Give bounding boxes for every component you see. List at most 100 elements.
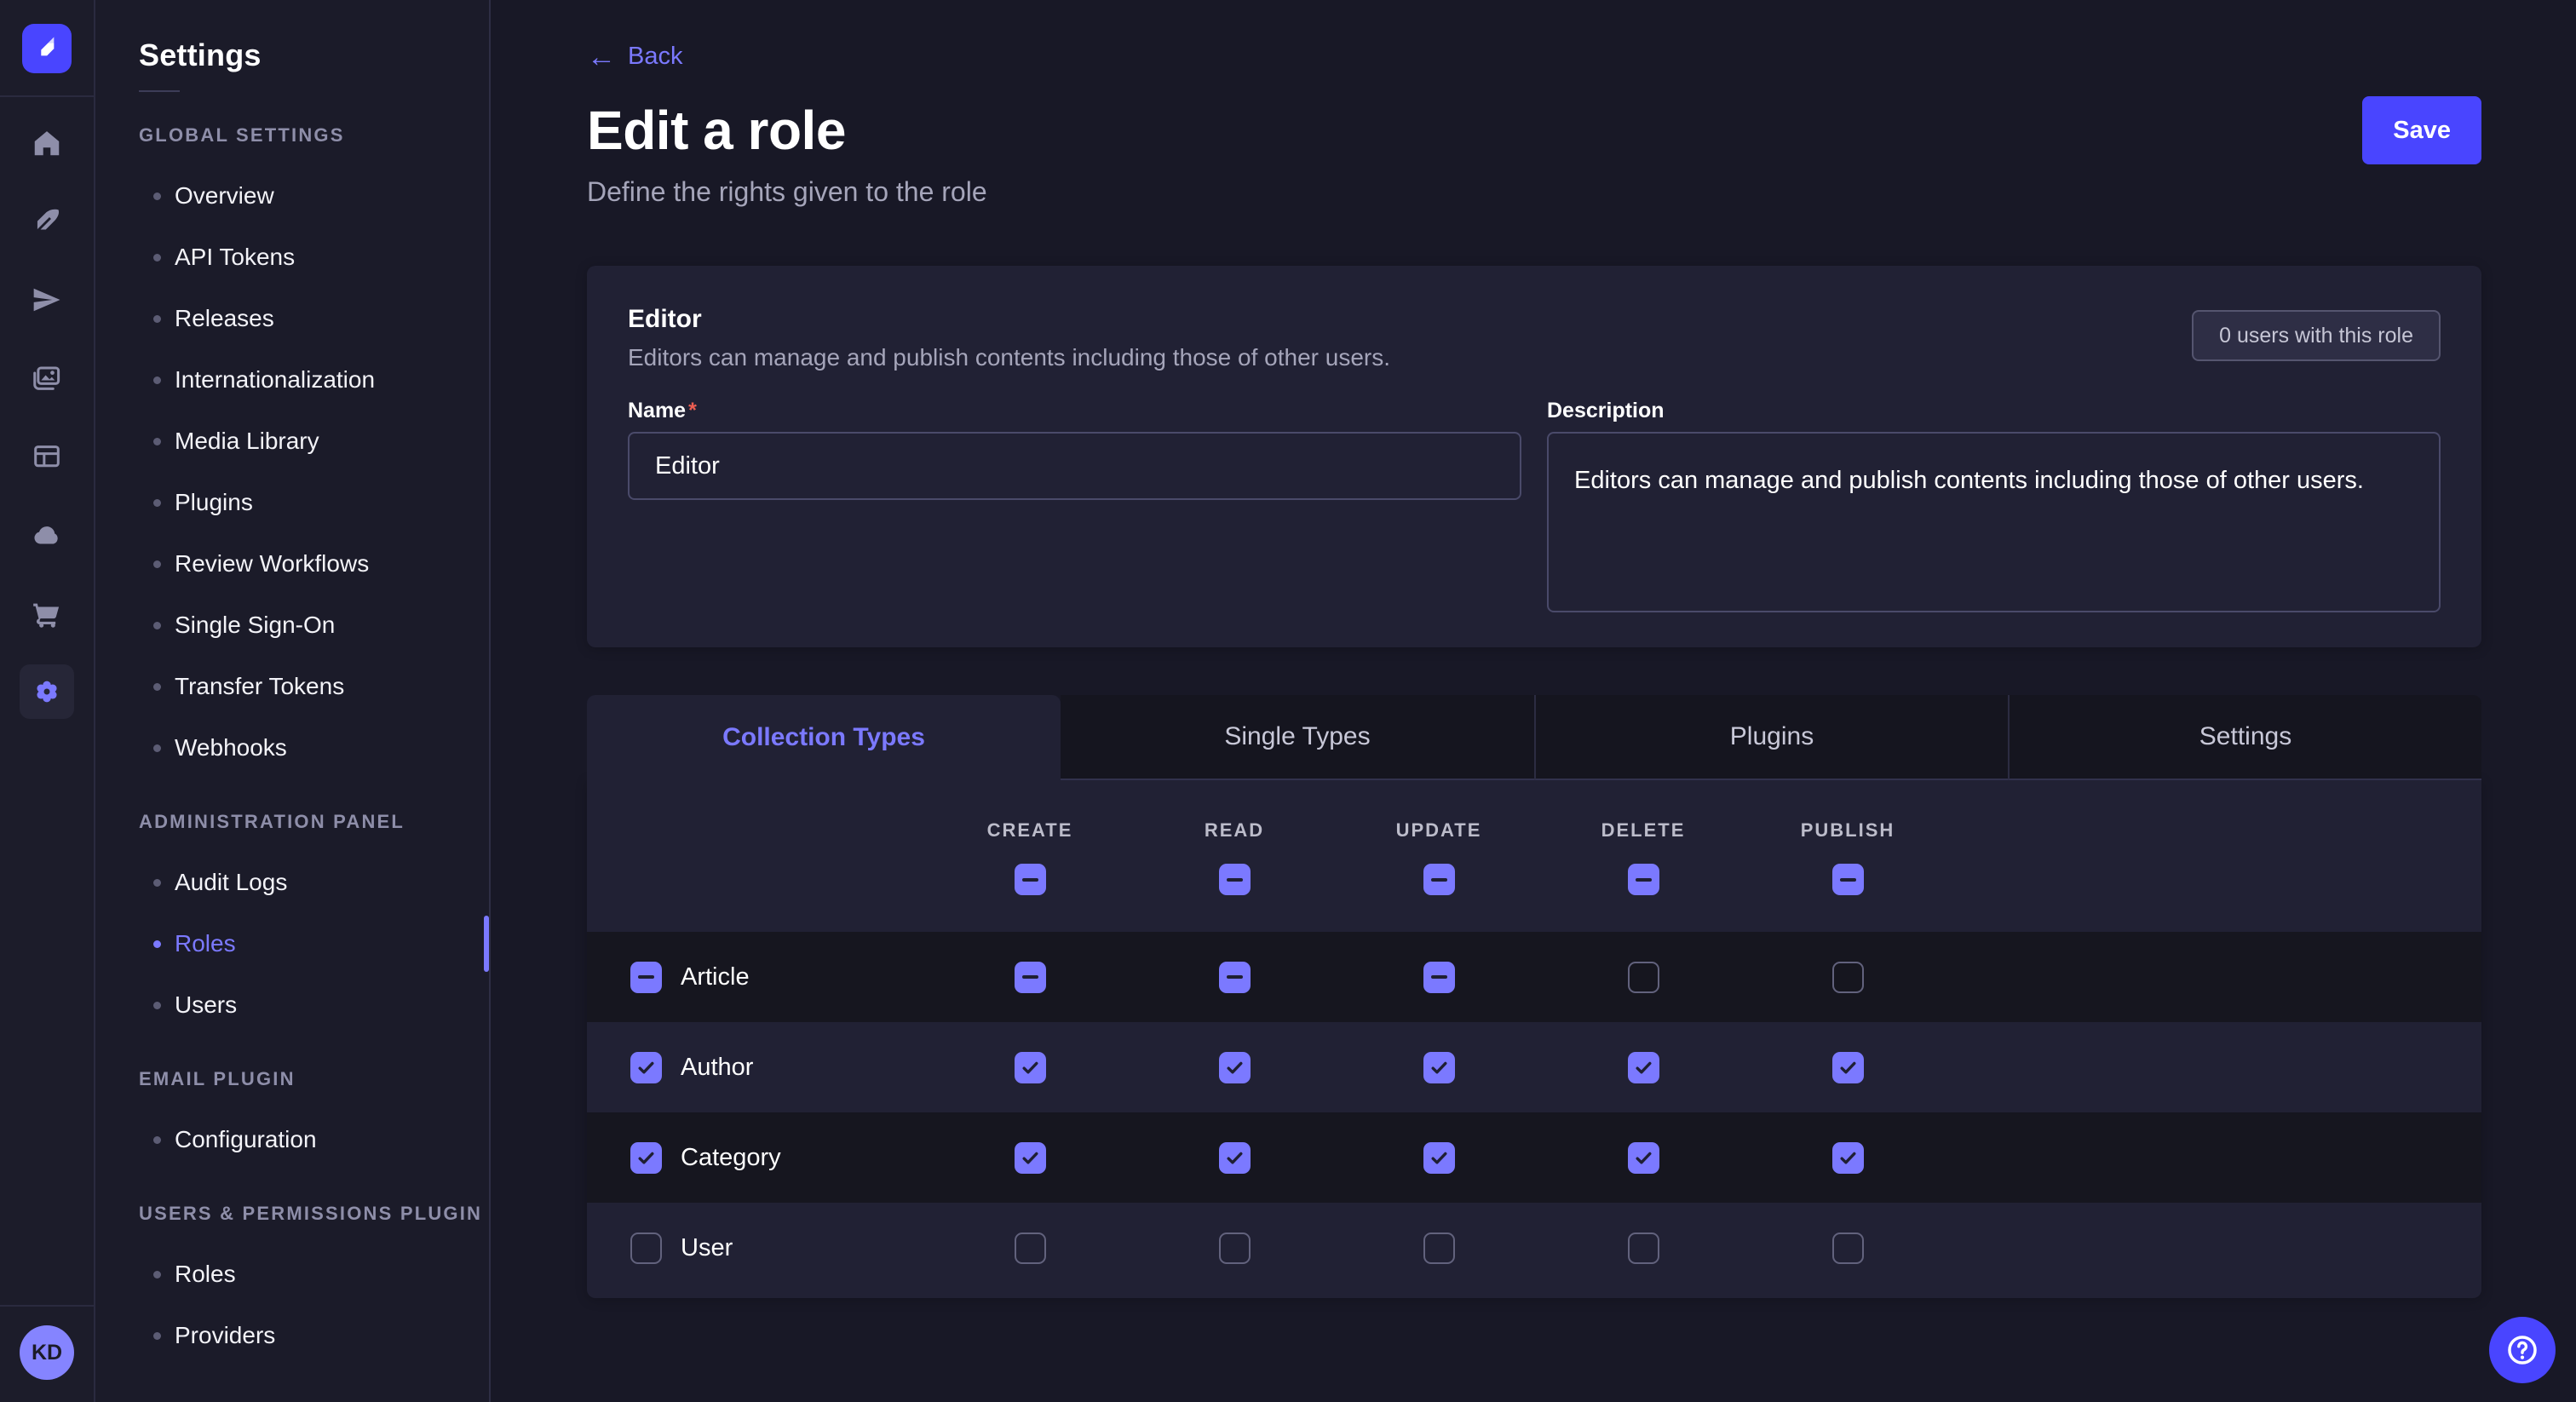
sidebar-item-label: Configuration (175, 1126, 317, 1153)
permissions-table: CREATEREADUPDATEDELETEPUBLISH ArticleAut… (587, 780, 2481, 1298)
select-all-read-checkbox[interactable] (1219, 864, 1251, 895)
layout-icon (20, 429, 74, 484)
rail-item-media-library[interactable] (0, 339, 94, 417)
sidebar-item-label: Overview (175, 182, 274, 210)
indeterminate-dash-icon (638, 975, 654, 979)
row-label: User (681, 1234, 733, 1262)
rail-item-feather[interactable] (0, 182, 94, 261)
sidebar-item-roles[interactable]: Roles (95, 913, 489, 974)
user-publish-checkbox[interactable] (1832, 1232, 1864, 1264)
author-delete-checkbox[interactable] (1628, 1052, 1659, 1083)
sidebar-item-releases[interactable]: Releases (95, 288, 489, 349)
article-update-checkbox[interactable] (1423, 962, 1455, 993)
author-create-checkbox[interactable] (1015, 1052, 1046, 1083)
help-button[interactable] (2489, 1317, 2556, 1383)
back-link[interactable]: ← Back (587, 43, 682, 71)
user-delete-checkbox[interactable] (1628, 1232, 1659, 1264)
category-read-checkbox[interactable] (1219, 1142, 1251, 1174)
divider (139, 90, 180, 92)
bullet-icon (153, 1002, 161, 1009)
strapi-logo-icon (30, 32, 64, 66)
sidebar-section-administration-panel: ADMINISTRATION PANEL (95, 811, 489, 833)
back-label: Back (628, 43, 682, 71)
sidebar-item-label: Users (175, 991, 237, 1019)
rail-footer: KD (0, 1305, 94, 1402)
required-asterisk: * (688, 399, 697, 422)
sidebar-item-plugins[interactable]: Plugins (95, 472, 489, 533)
settings-sidebar: Settings GLOBAL SETTINGSOverviewAPI Toke… (95, 0, 491, 1402)
users-with-role-button[interactable]: 0 users with this role (2192, 310, 2441, 361)
sidebar-item-api-tokens[interactable]: API Tokens (95, 227, 489, 288)
sidebar-item-label: Releases (175, 305, 274, 332)
sidebar-item-configuration[interactable]: Configuration (95, 1109, 489, 1170)
column-header-read: READ (1205, 819, 1264, 842)
row-select-author-checkbox[interactable] (630, 1052, 662, 1083)
category-delete-checkbox[interactable] (1628, 1142, 1659, 1174)
name-input[interactable] (628, 432, 1521, 500)
rail-item-settings-gear[interactable] (0, 652, 94, 731)
bullet-icon (153, 744, 161, 752)
rail-item-paper-plane[interactable] (0, 261, 94, 339)
indeterminate-dash-icon (1227, 878, 1243, 882)
name-label: Name* (628, 399, 1521, 423)
sidebar-item-internationalization[interactable]: Internationalization (95, 349, 489, 411)
tab-plugins[interactable]: Plugins (1534, 695, 2008, 780)
select-all-create-checkbox[interactable] (1015, 864, 1046, 895)
category-update-checkbox[interactable] (1423, 1142, 1455, 1174)
select-all-delete-checkbox[interactable] (1628, 864, 1659, 895)
sidebar-item-roles[interactable]: Roles (95, 1244, 489, 1305)
sidebar-item-single-sign-on[interactable]: Single Sign-On (95, 595, 489, 656)
row-label: Author (681, 1054, 753, 1082)
bullet-icon (153, 192, 161, 200)
indeterminate-dash-icon (1022, 975, 1038, 979)
author-update-checkbox[interactable] (1423, 1052, 1455, 1083)
category-publish-checkbox[interactable] (1832, 1142, 1864, 1174)
user-update-checkbox[interactable] (1423, 1232, 1455, 1264)
article-publish-checkbox[interactable] (1832, 962, 1864, 993)
indeterminate-dash-icon (1431, 975, 1447, 979)
sidebar-item-label: Webhooks (175, 734, 287, 761)
rail-item-marketplace-cart[interactable] (0, 574, 94, 652)
sidebar-item-users[interactable]: Users (95, 974, 489, 1036)
permission-row-category: Category (587, 1112, 2481, 1203)
article-delete-checkbox[interactable] (1628, 962, 1659, 993)
bullet-icon (153, 622, 161, 629)
row-label: Category (681, 1144, 781, 1172)
user-create-checkbox[interactable] (1015, 1232, 1046, 1264)
sidebar-item-overview[interactable]: Overview (95, 165, 489, 227)
avatar[interactable]: KD (20, 1325, 74, 1380)
save-button[interactable]: Save (2362, 96, 2481, 164)
rail-item-layout[interactable] (0, 417, 94, 496)
bullet-icon (153, 438, 161, 445)
user-read-checkbox[interactable] (1219, 1232, 1251, 1264)
sidebar-item-media-library[interactable]: Media Library (95, 411, 489, 472)
row-select-user-checkbox[interactable] (630, 1232, 662, 1264)
sidebar-item-label: Review Workflows (175, 550, 369, 577)
sidebar-item-review-workflows[interactable]: Review Workflows (95, 533, 489, 595)
rail-item-cloud[interactable] (0, 496, 94, 574)
article-read-checkbox[interactable] (1219, 962, 1251, 993)
tab-single-types[interactable]: Single Types (1061, 695, 1534, 780)
author-read-checkbox[interactable] (1219, 1052, 1251, 1083)
rail-item-home[interactable] (0, 104, 94, 182)
tab-collection-types[interactable]: Collection Types (587, 695, 1061, 780)
bullet-icon (153, 940, 161, 948)
sidebar-item-webhooks[interactable]: Webhooks (95, 717, 489, 779)
description-textarea[interactable]: Editors can manage and publish contents … (1547, 432, 2441, 612)
row-select-article-checkbox[interactable] (630, 962, 662, 993)
select-all-publish-checkbox[interactable] (1832, 864, 1864, 895)
category-create-checkbox[interactable] (1015, 1142, 1046, 1174)
media-library-icon (20, 351, 74, 405)
select-all-update-checkbox[interactable] (1423, 864, 1455, 895)
sidebar-section-users-permissions-plugin: USERS & PERMISSIONS PLUGIN (95, 1203, 489, 1225)
indeterminate-dash-icon (1431, 878, 1447, 882)
sidebar-item-audit-logs[interactable]: Audit Logs (95, 852, 489, 913)
sidebar-item-transfer-tokens[interactable]: Transfer Tokens (95, 656, 489, 717)
article-create-checkbox[interactable] (1015, 962, 1046, 993)
sidebar-item-providers[interactable]: Providers (95, 1305, 489, 1366)
author-publish-checkbox[interactable] (1832, 1052, 1864, 1083)
tab-settings[interactable]: Settings (2008, 695, 2481, 780)
strapi-logo[interactable] (22, 24, 72, 73)
column-header-publish: PUBLISH (1801, 819, 1895, 842)
row-select-category-checkbox[interactable] (630, 1142, 662, 1174)
